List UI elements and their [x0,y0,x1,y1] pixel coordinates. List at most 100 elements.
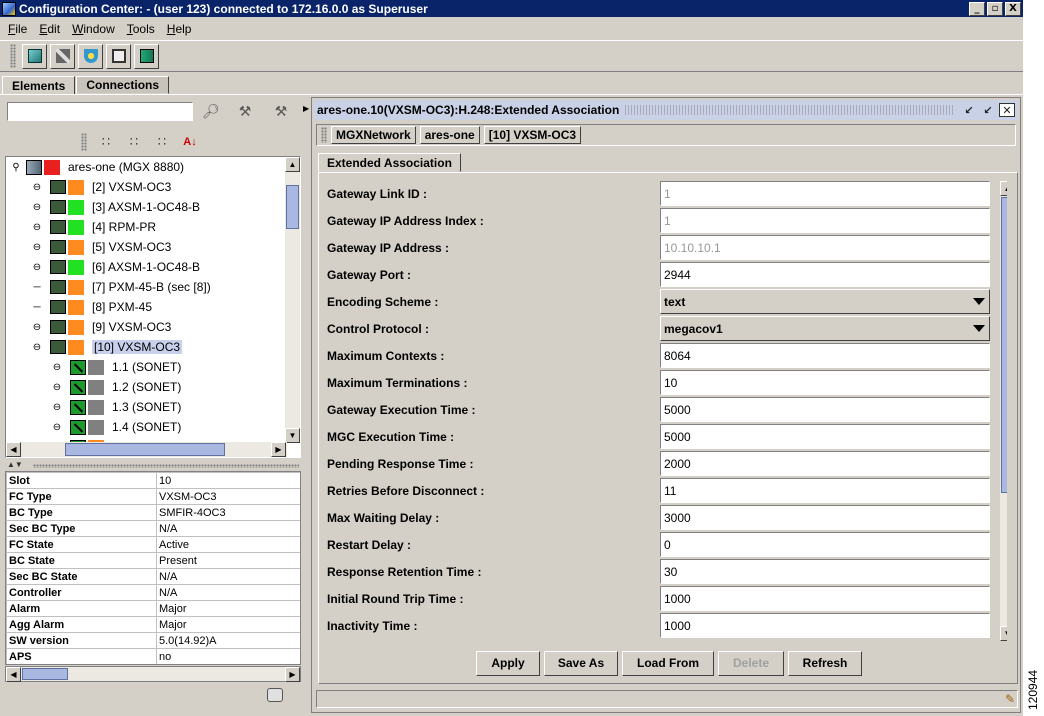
props-scroll-thumb[interactable] [22,668,68,680]
search-input[interactable] [7,102,193,121]
form-scroll-up-icon[interactable]: ▲ [1000,181,1007,196]
field-select[interactable]: megacov1 [660,316,990,341]
field-input[interactable]: 2000 [660,451,990,476]
menu-file[interactable]: File [2,22,33,36]
properties-scrollbar[interactable]: ◀ ▶ [5,666,301,682]
tree-item-card[interactable]: ⊖ [2] VXSM-OC3 [6,177,286,197]
sort-az-icon[interactable]: A↓ [179,133,201,151]
minimize-frame-icon[interactable]: ↙ [961,103,977,117]
field-select[interactable]: text [660,289,990,314]
form-vertical-scrollbar[interactable]: ▲ ▼ [1000,181,1007,641]
find-next-icon[interactable]: ⚒ [235,102,255,120]
expand-card-icon[interactable]: ⊖ [28,181,46,193]
field-input[interactable]: 8064 [660,343,990,368]
chevron-down-icon[interactable] [973,325,985,332]
toolbar-grip[interactable] [10,44,16,68]
tools-button[interactable] [50,43,75,69]
element-tree[interactable]: ⚲ ares-one (MGX 8880) ⊖ [2] VXSM-OC3 ⊖ [3] AX… [5,156,301,458]
collapse-tree-icon[interactable]: ∷ [123,133,145,151]
scroll-up-icon[interactable]: ▲ [285,157,300,172]
minimize-button[interactable]: _ [969,1,985,16]
form-scroll-thumb[interactable] [1001,197,1007,493]
scroll-down-icon[interactable]: ▼ [285,428,300,443]
save-as-button[interactable]: Save As [544,650,618,676]
refresh-button[interactable]: Refresh [788,650,862,676]
tree-item-card[interactable]: ⊖ [10] VXSM-OC3 [6,337,286,357]
panel-splitter[interactable]: ▶ [302,98,310,712]
expand-card-icon[interactable]: ⊖ [28,201,46,213]
props-scroll-right-icon[interactable]: ▶ [285,667,300,682]
expand-line-icon[interactable]: ⊖ [48,361,66,373]
menu-tools[interactable]: Tools [121,22,161,36]
field-input[interactable]: 2944 [660,262,990,287]
field-input[interactable]: 1000 [660,613,990,638]
field-input[interactable]: 5000 [660,424,990,449]
tree-item-line[interactable]: ⊖ 1.1 (SONET) [6,357,286,377]
tree-root[interactable]: ⚲ ares-one (MGX 8880) [6,157,286,177]
tree-item-line[interactable]: ⊖ 1.2 (SONET) [6,377,286,397]
restore-frame-icon[interactable]: ↙ [980,103,996,117]
binoculars-icon[interactable]: 🔎︎ [201,102,221,120]
expand-card-icon[interactable]: ⊖ [28,321,46,333]
tree-item-card[interactable]: ⊖ [5] VXSM-OC3 [6,237,286,257]
tab-extended-association[interactable]: Extended Association [318,153,461,172]
field-input[interactable]: 5000 [660,397,990,422]
export-button[interactable] [134,43,159,69]
breadcrumb-card[interactable]: [10] VXSM-OC3 [483,126,582,144]
expand-card-icon[interactable]: ⊖ [28,341,46,353]
tab-connections[interactable]: Connections [76,76,170,94]
menu-edit[interactable]: Edit [33,22,66,36]
field-input[interactable]: 11 [660,478,990,503]
resize-pen-icon[interactable]: ✎ [1005,692,1015,706]
tree-item-card[interactable]: ⊖ [4] RPM-PR [6,217,286,237]
printer-icon[interactable] [267,688,283,702]
load-from-button[interactable]: Load From [622,650,714,676]
breadcrumb-network[interactable]: MGXNetwork [331,126,416,144]
shield-button[interactable] [78,43,103,69]
tree-item-card[interactable]: ⊖ [6] AXSM-1-OC48-B [6,257,286,277]
maximize-button[interactable]: ▫ [987,1,1003,16]
form-scroll-down-icon[interactable]: ▼ [1000,626,1007,641]
tab-elements[interactable]: Elements [2,76,76,95]
tree-item-card[interactable]: ⊖ [9] VXSM-OC3 [6,317,286,337]
tree-item-card[interactable]: ─ [8] PXM-45 [6,297,286,317]
copy-button[interactable] [106,43,131,69]
menu-help[interactable]: Help [161,22,198,36]
find-prev-icon[interactable]: ⚒ [271,102,291,120]
scroll-right-icon[interactable]: ▶ [271,442,286,457]
tree-toolbar-grip[interactable] [81,133,87,151]
tree-item-card[interactable]: ⊖ [3] AXSM-1-OC48-B [6,197,286,217]
split-grip[interactable] [33,464,299,468]
tree-filter-icon[interactable]: ∷ [151,133,173,151]
expand-line-icon[interactable]: ⊖ [48,381,66,393]
field-input[interactable]: 1000 [660,586,990,611]
field-input[interactable]: 3000 [660,505,990,530]
breadcrumb-node[interactable]: ares-one [419,126,480,144]
scroll-thumb[interactable] [286,185,299,229]
field-input[interactable]: 30 [660,559,990,584]
expand-line-icon[interactable]: ⊖ [48,421,66,433]
tree-vertical-scrollbar[interactable]: ▲ ▼ [285,157,300,443]
hscroll-thumb[interactable] [65,443,225,456]
expand-card-icon[interactable]: ⊖ [28,241,46,253]
expand-tree-icon[interactable]: ∷ [95,133,117,151]
menu-window[interactable]: Window [66,22,121,36]
expand-card-icon[interactable]: ⊖ [28,261,46,273]
apply-button[interactable]: Apply [476,650,540,676]
props-scroll-left-icon[interactable]: ◀ [6,667,21,682]
expand-line-icon[interactable]: ⊖ [48,401,66,413]
expand-root-icon[interactable]: ⚲ [10,161,22,173]
splitter-arrow-icon[interactable]: ▶ [303,104,309,113]
network-button[interactable] [22,43,47,69]
scroll-left-icon[interactable]: ◀ [6,442,21,457]
expand-card-icon[interactable]: ⊖ [28,221,46,233]
chevron-down-icon[interactable] [973,298,985,305]
tree-horizontal-scrollbar[interactable]: ◀ ▶ [6,442,287,457]
split-arrows-icon[interactable]: ▲▼ [7,460,23,469]
tree-item-card[interactable]: ─ [7] PXM-45-B (sec [8]) [6,277,286,297]
tree-item-line[interactable]: ⊖ 1.3 (SONET) [6,397,286,417]
close-button[interactable]: X [1005,1,1021,16]
field-input[interactable]: 0 [660,532,990,557]
field-input[interactable]: 10 [660,370,990,395]
tree-item-line[interactable]: ⊖ 1.4 (SONET) [6,417,286,437]
